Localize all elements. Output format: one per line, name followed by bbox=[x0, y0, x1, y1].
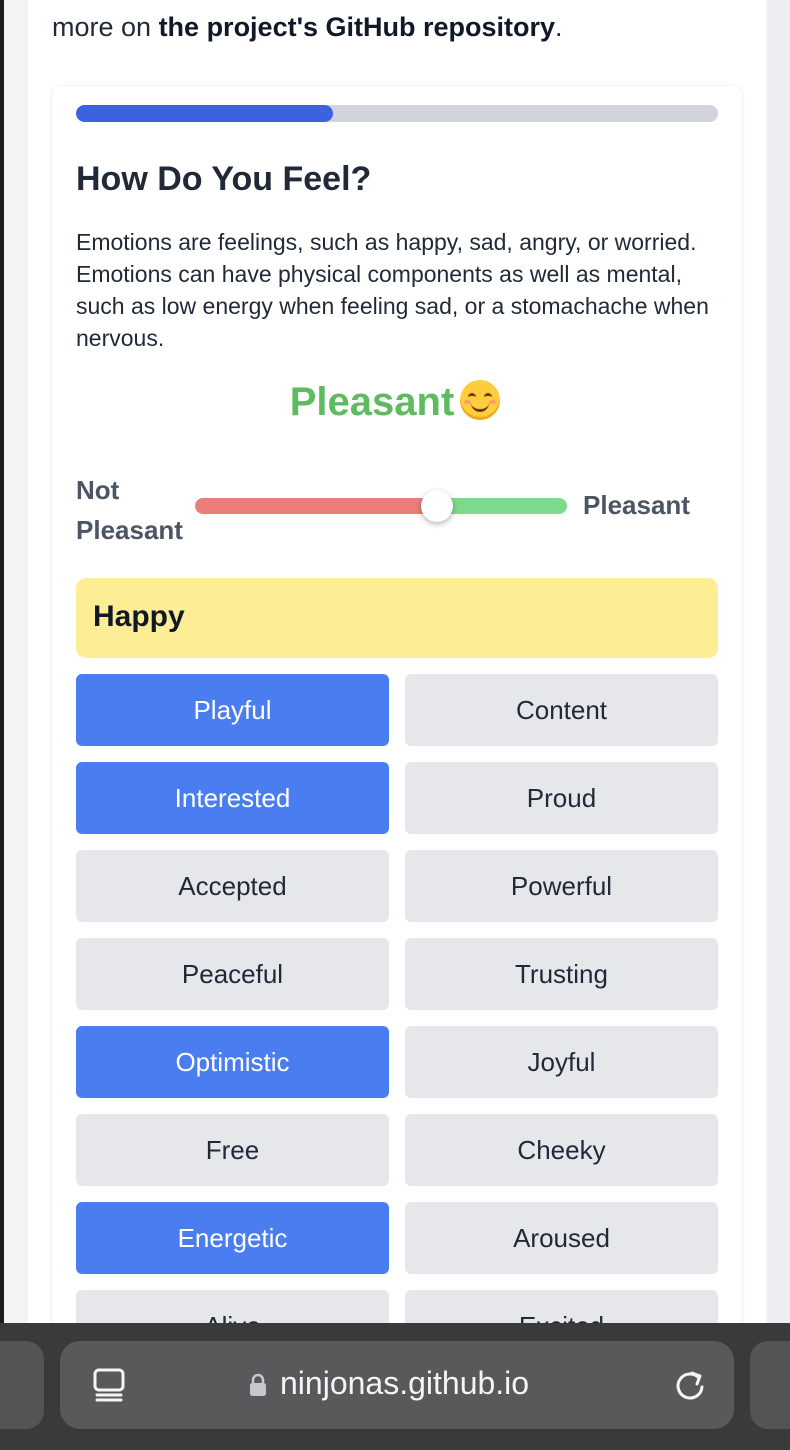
smiling-face-icon bbox=[460, 380, 501, 420]
previous-tab-preview[interactable] bbox=[0, 1341, 44, 1429]
window-edge-left bbox=[0, 0, 4, 1330]
emotion-option-proud[interactable]: Proud bbox=[405, 762, 718, 834]
mood-heading: Pleasant bbox=[0, 380, 790, 425]
emotion-option-free[interactable]: Free bbox=[76, 1114, 389, 1186]
slider-thumb[interactable] bbox=[420, 490, 453, 522]
tabs-overview-icon[interactable] bbox=[92, 1367, 126, 1403]
emotion-option-accepted[interactable]: Accepted bbox=[76, 850, 389, 922]
emotion-category-label: Happy bbox=[93, 600, 185, 633]
next-tab-preview[interactable] bbox=[750, 1341, 790, 1429]
intro-prefix: more on bbox=[52, 12, 159, 42]
emotion-option-powerful[interactable]: Powerful bbox=[405, 850, 718, 922]
intro-suffix: . bbox=[555, 12, 563, 42]
emotion-option-trusting[interactable]: Trusting bbox=[405, 938, 718, 1010]
window-edge-right bbox=[768, 0, 790, 1330]
reload-icon[interactable] bbox=[672, 1367, 708, 1403]
emotion-option-content[interactable]: Content bbox=[405, 674, 718, 746]
browser-toolbar: ninjonas.github.io bbox=[0, 1323, 790, 1450]
address-bar[interactable]: ninjonas.github.io bbox=[60, 1341, 734, 1429]
question-title: How Do You Feel? bbox=[76, 160, 372, 198]
emotion-options-grid: Playful Content Interested Proud Accepted Pow… bbox=[76, 674, 718, 1362]
progress-fill bbox=[76, 105, 333, 122]
emotion-option-aroused[interactable]: Aroused bbox=[405, 1202, 718, 1274]
mood-label: Pleasant bbox=[289, 380, 455, 424]
lock-icon bbox=[250, 1373, 266, 1396]
emotion-option-peaceful[interactable]: Peaceful bbox=[76, 938, 389, 1010]
github-repository-link[interactable]: the project's GitHub repository bbox=[159, 12, 555, 42]
slider-left-label: Not Pleasant bbox=[76, 475, 183, 545]
progress-bar bbox=[76, 105, 718, 122]
emotion-category-banner: Happy bbox=[76, 578, 718, 658]
intro-text: more on the project's GitHub repository. bbox=[52, 12, 563, 43]
pleasantness-slider[interactable] bbox=[195, 490, 567, 522]
emotion-option-optimistic[interactable]: Optimistic bbox=[76, 1026, 389, 1098]
slider-right-label: Pleasant bbox=[583, 490, 690, 520]
emotion-option-joyful[interactable]: Joyful bbox=[405, 1026, 718, 1098]
emotion-option-energetic[interactable]: Energetic bbox=[76, 1202, 389, 1274]
emotion-option-playful[interactable]: Playful bbox=[76, 674, 389, 746]
question-description: Emotions are feelings, such as happy, sa… bbox=[76, 229, 709, 351]
emotion-option-cheeky[interactable]: Cheeky bbox=[405, 1114, 718, 1186]
emotion-option-interested[interactable]: Interested bbox=[76, 762, 389, 834]
url-text[interactable]: ninjonas.github.io bbox=[280, 1365, 529, 1402]
